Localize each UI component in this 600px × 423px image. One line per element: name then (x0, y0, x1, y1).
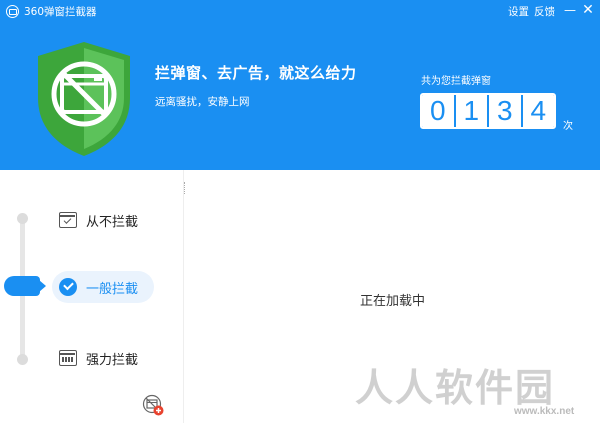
block-counter: 0 1 3 4 (420, 93, 556, 129)
feedback-link[interactable]: 反馈 (534, 4, 555, 19)
window-check-icon (59, 212, 77, 228)
mode-never-block[interactable]: 从不拦截 (52, 204, 148, 236)
watermark-url: www.kkx.net (514, 406, 575, 417)
close-button[interactable]: ✕ (580, 2, 596, 18)
counter-digit: 0 (422, 95, 456, 127)
mode-label: 强力拦截 (86, 352, 139, 368)
app-title: 360弹窗拦截器 (24, 6, 97, 18)
slider-stop-top[interactable] (17, 213, 28, 224)
shield-no-popup-icon (38, 42, 130, 156)
watermark-logo: 人人软件园 (355, 366, 556, 410)
title-bar: 360弹窗拦截器 设置 反馈 — ✕ (0, 0, 600, 22)
counter-digit: 3 (489, 95, 523, 127)
window-strong-icon (59, 350, 77, 366)
minimize-button[interactable]: — (562, 2, 578, 18)
mode-label: 从不拦截 (86, 214, 139, 230)
settings-link[interactable]: 设置 (508, 4, 529, 19)
loading-text: 正在加载中 (359, 294, 425, 309)
mode-strong-block[interactable]: 强力拦截 (52, 342, 148, 374)
header-banner: 360弹窗拦截器 设置 反馈 — ✕ 拦弹窗、去广告，就这么给力 远离骚扰，安静… (0, 0, 600, 170)
circle-check-icon (59, 278, 77, 296)
mode-sidebar: 从不拦截 一般拦截 强力拦截 (0, 170, 184, 423)
add-blocked-window-icon[interactable] (142, 394, 164, 416)
mode-slider-handle[interactable] (4, 276, 46, 296)
slider-stop-bottom[interactable] (17, 354, 28, 365)
mode-label: 一般拦截 (86, 281, 139, 297)
counter-digit: 1 (455, 95, 489, 127)
app-logo-icon (6, 5, 19, 18)
slogan: 拦弹窗、去广告，就这么给力 (155, 64, 357, 82)
counter-digit: 4 (522, 95, 554, 127)
block-count-unit: 次 (563, 121, 573, 132)
mode-normal-block[interactable]: 一般拦截 (52, 271, 154, 303)
block-count-label: 共为您拦截弹窗 (421, 76, 491, 87)
subslogan: 远离骚扰，安静上网 (155, 96, 250, 108)
